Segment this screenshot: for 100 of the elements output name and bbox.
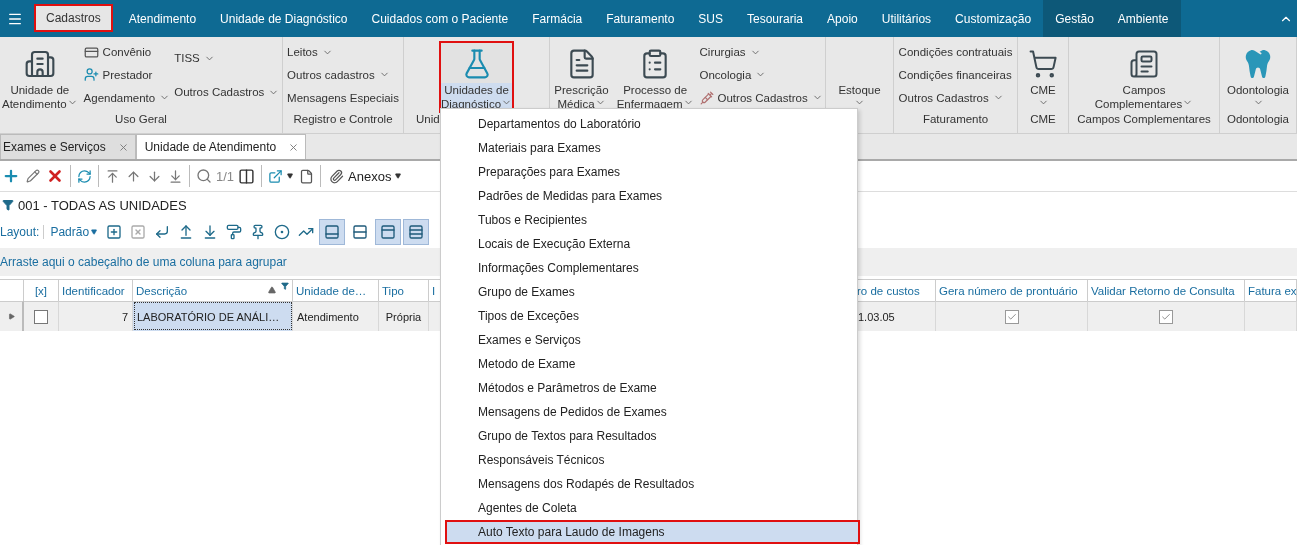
- document-tab[interactable]: Exames e Serviços: [0, 134, 136, 159]
- ribbon-button[interactable]: Cirurgias: [699, 41, 823, 64]
- menu-item[interactable]: Materiais para Exames: [445, 136, 860, 160]
- group-label: Odontologia: [1227, 113, 1289, 127]
- panel-top-icon: [380, 224, 397, 240]
- ribbon-button[interactable]: Oncologia: [699, 64, 823, 86]
- menu-tab[interactable]: Utilitários: [869, 0, 944, 37]
- menu-item[interactable]: Mensagens de Pedidos de Exames: [445, 400, 860, 424]
- menu-tab[interactable]: Gestão: [1043, 0, 1106, 37]
- caret-icon[interactable]: [395, 173, 402, 179]
- menu-item[interactable]: Metodo de Exame: [445, 352, 860, 376]
- group-label: CME: [1030, 113, 1056, 127]
- menu-tab[interactable]: Customização: [943, 0, 1044, 37]
- menu-item[interactable]: Auto Texto para Laudo de Imagens: [445, 520, 860, 544]
- checkbox[interactable]: [1004, 309, 1019, 324]
- menu-item[interactable]: Mensagens dos Rodapés de Resultados: [445, 472, 860, 496]
- ribbon-button[interactable]: Leitos: [287, 41, 399, 64]
- document-icon[interactable]: [299, 168, 315, 184]
- layout-toggle[interactable]: [375, 219, 402, 245]
- pencil-icon[interactable]: [26, 169, 40, 183]
- search-icon[interactable]: [196, 168, 212, 184]
- columns-icon[interactable]: [238, 167, 256, 185]
- menu-tab[interactable]: SUS: [686, 0, 735, 37]
- ribbon-button[interactable]: Condições financeiras: [898, 64, 1013, 86]
- delete-icon[interactable]: [46, 167, 64, 185]
- menu-tab[interactable]: Unidade de Diagnóstico: [208, 0, 360, 37]
- ribbon-button[interactable]: Agendamento: [83, 86, 171, 109]
- ribbon-button[interactable]: Outros cadastros: [287, 64, 399, 86]
- menu-tab[interactable]: Atendimento: [116, 0, 209, 37]
- menu-item[interactable]: Tubos e Recipientes: [445, 208, 860, 232]
- group-hint: Arraste aqui o cabeçalho de uma coluna para agrupar: [0, 255, 287, 269]
- return-icon[interactable]: [154, 224, 171, 240]
- menu-item[interactable]: Padrões de Medidas para Exames: [445, 184, 860, 208]
- menu-item[interactable]: Exames e Serviços: [445, 328, 860, 352]
- close-icon[interactable]: [117, 141, 129, 153]
- add-row-icon[interactable]: [106, 224, 123, 240]
- user-plus-icon: [83, 67, 99, 83]
- first-icon[interactable]: [105, 168, 120, 184]
- table-cell: LABORATÓRIO DE ANÁLI…: [133, 301, 293, 331]
- caret-icon[interactable]: [91, 229, 98, 235]
- check-icon: [1161, 311, 1171, 322]
- filter-icon: [2, 199, 14, 211]
- menu-item[interactable]: Locais de Execução Externa: [445, 232, 860, 256]
- ribbon-button[interactable]: Outros Cadastros: [699, 86, 823, 109]
- table-cell: 7: [59, 301, 133, 331]
- menu-tab[interactable]: Tesouraria: [735, 0, 816, 37]
- layout-label: Layout:: [0, 225, 45, 239]
- ribbon-button[interactable]: Unidade de Atendimento: [0, 41, 80, 113]
- menu-tab[interactable]: Apoio: [815, 0, 870, 37]
- ribbon-button[interactable]: Odontologia: [1225, 41, 1291, 113]
- sort-icon: [268, 286, 276, 294]
- ribbon-button[interactable]: Prescrição Médica: [552, 41, 611, 113]
- card-icon: [83, 44, 99, 60]
- ribbon-button[interactable]: Campos Complementares: [1092, 41, 1196, 113]
- table-cell: Atendimento: [293, 301, 379, 331]
- current-row-icon: [7, 313, 15, 320]
- ribbon-button[interactable]: Condições contratuais: [898, 41, 1013, 64]
- ribbon-button[interactable]: Unidades de Diagnóstico: [438, 41, 515, 113]
- layout-dropdown[interactable]: Padrão: [46, 225, 102, 239]
- ribbon-button[interactable]: Processo de Enfermagem: [614, 41, 696, 113]
- menu-item[interactable]: Departamentos do Laboratório: [445, 112, 860, 136]
- rows-icon: [352, 224, 369, 240]
- export-icon[interactable]: [268, 168, 284, 184]
- menu-tab[interactable]: Cadastros: [34, 4, 113, 32]
- attachments-button[interactable]: Anexos: [325, 164, 406, 188]
- arrow-down-icon[interactable]: [147, 168, 162, 184]
- menu-tab[interactable]: Faturamento: [594, 0, 687, 37]
- group-label: Registro e Controle: [293, 113, 393, 127]
- circle-icon[interactable]: [274, 224, 291, 240]
- ribbon-button[interactable]: Mensagens Especiais: [287, 86, 399, 109]
- ribbon-button[interactable]: CME: [1026, 41, 1060, 113]
- layout-toggle[interactable]: [403, 219, 430, 245]
- ribbon-button[interactable]: Estoque: [836, 41, 883, 113]
- close-icon[interactable]: [288, 141, 300, 153]
- checkbox[interactable]: [34, 309, 48, 324]
- checkbox[interactable]: [1159, 309, 1173, 324]
- menu-item[interactable]: Grupo de Textos para Resultados: [445, 424, 860, 448]
- last-icon[interactable]: [168, 168, 183, 184]
- ribbon-button[interactable]: Outros Cadastros: [898, 86, 1013, 109]
- menu-item[interactable]: Preparações para Exames: [445, 160, 860, 184]
- menu-item[interactable]: Informações Complementares: [445, 256, 860, 280]
- ribbon-button[interactable]: Convênio: [83, 41, 171, 64]
- building-icon: [23, 48, 56, 80]
- menu-tab[interactable]: Farmácia: [520, 0, 595, 37]
- add-icon[interactable]: [2, 167, 20, 185]
- rows-icon: [408, 224, 425, 240]
- menu-tab[interactable]: Ambiente: [1105, 0, 1181, 37]
- refresh-icon[interactable]: [77, 168, 92, 184]
- paint-roller-icon[interactable]: [226, 224, 243, 240]
- ribbon-button[interactable]: Prestador: [83, 64, 171, 86]
- caret-icon[interactable]: [287, 173, 294, 179]
- layout-toggle[interactable]: [319, 219, 346, 245]
- page-counter: 1/1: [216, 168, 235, 184]
- menu-tab[interactable]: Cuidados com o Paciente: [359, 0, 521, 37]
- menu-item[interactable]: Agentes de Coleta: [445, 496, 860, 520]
- menu-item[interactable]: Métodos e Parâmetros de Exame: [445, 376, 860, 400]
- ribbon-button[interactable]: Outros Cadastros: [174, 81, 280, 103]
- menu-item[interactable]: Responsáveis Técnicos: [445, 448, 860, 472]
- document-tab[interactable]: Unidade de Atendimento: [135, 134, 307, 159]
- ribbon-button[interactable]: TISS: [174, 47, 280, 69]
